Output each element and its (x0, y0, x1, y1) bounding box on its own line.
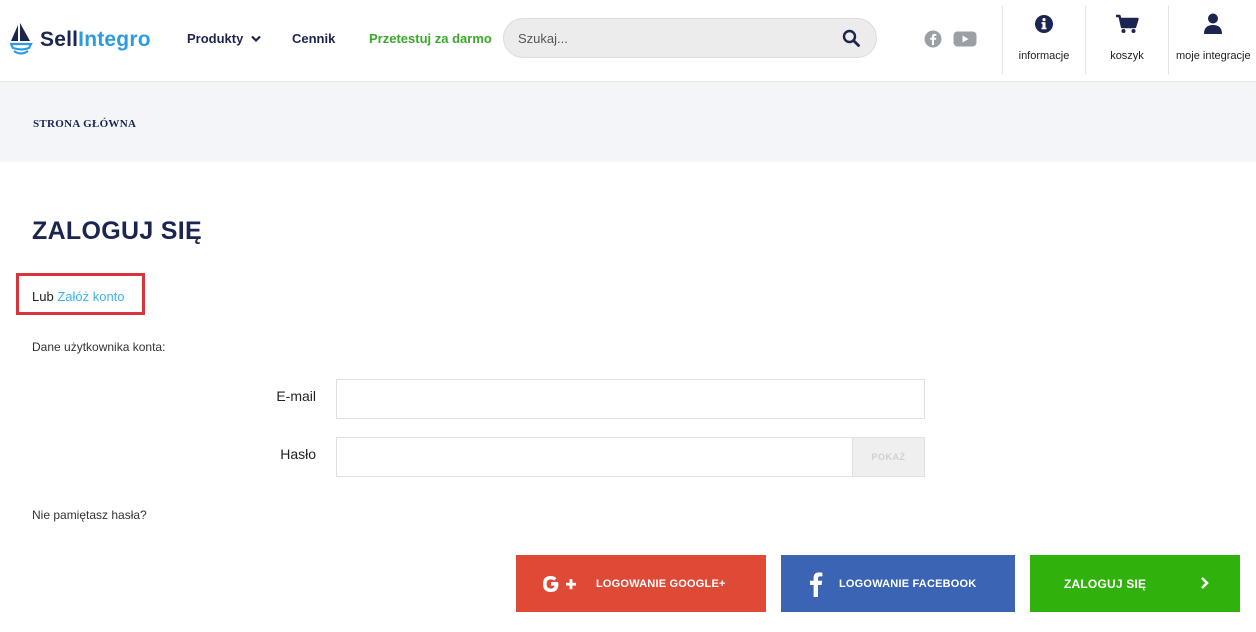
show-password-button[interactable]: POKAŻ (852, 437, 925, 477)
nav-produkty[interactable]: Produkty (187, 31, 262, 46)
logo-text-integro: Integro (78, 28, 151, 51)
info-icon (1012, 12, 1076, 36)
my-integrations-label: moje integracje (1176, 50, 1251, 62)
cart-icon (1096, 12, 1158, 36)
email-field[interactable] (336, 379, 925, 419)
register-prompt: Lub Załóż konto (32, 289, 125, 304)
header-divider (1168, 6, 1169, 74)
nav-free-trial-label: Przetestuj za darmo (369, 31, 492, 46)
forgot-password-link[interactable]: Nie pamiętasz hasła? (32, 508, 147, 522)
google-login-button[interactable]: LOGOWANIE GOOGLE+ (516, 555, 766, 612)
search-input[interactable] (518, 28, 818, 48)
breadcrumb-home[interactable]: STRONA GŁÓWNA (33, 118, 136, 130)
nav-cennik[interactable]: Cennik (292, 31, 335, 46)
site-header: SellIntegro Produkty Cennik Przetestuj z… (0, 0, 1256, 82)
page-title: ZALOGUJ SIĘ (32, 217, 202, 245)
logo-text-sell: Sell (40, 28, 79, 51)
facebook-login-button[interactable]: LOGOWANIE FACEBOOK (781, 555, 1015, 612)
youtube-icon[interactable] (953, 30, 977, 53)
google-plus-icon (536, 573, 584, 595)
chevron-down-icon (251, 31, 262, 46)
google-login-label: LOGOWANIE GOOGLE+ (596, 577, 726, 590)
header-cart[interactable]: koszyk (1096, 12, 1158, 62)
password-label: Hasło (280, 446, 316, 462)
login-button-label: ZALOGUJ SIĘ (1064, 576, 1147, 591)
facebook-login-label: LOGOWANIE FACEBOOK (839, 577, 977, 590)
logo[interactable]: SellIntegro (10, 22, 151, 58)
nav-produkty-label: Produkty (187, 31, 244, 46)
user-icon (1176, 12, 1250, 36)
nav-free-trial[interactable]: Przetestuj za darmo (369, 31, 492, 46)
nav-cennik-label: Cennik (292, 31, 336, 46)
breadcrumb-bar: STRONA GŁÓWNA (0, 82, 1256, 162)
facebook-icon[interactable] (924, 30, 942, 53)
header-info[interactable]: informacje (1012, 12, 1076, 62)
account-data-label: Dane użytkownika konta: (32, 340, 166, 354)
register-prefix: Lub (32, 289, 54, 304)
search-icon[interactable] (842, 29, 860, 52)
header-divider (1002, 6, 1003, 74)
header-divider (1085, 6, 1086, 74)
chevron-right-icon (1200, 577, 1210, 592)
logo-sail-icon (10, 23, 33, 55)
cart-label: koszyk (1110, 50, 1144, 62)
facebook-f-icon (801, 571, 831, 597)
register-link[interactable]: Załóż konto (57, 289, 124, 304)
password-field[interactable] (336, 437, 852, 477)
login-button[interactable]: ZALOGUJ SIĘ (1030, 555, 1240, 612)
search-bar (503, 18, 877, 58)
header-my-integrations[interactable]: moje integracje (1176, 12, 1251, 62)
email-label: E-mail (276, 388, 316, 404)
logo-text: SellIntegro (40, 28, 151, 52)
info-label: informacje (1018, 50, 1070, 62)
